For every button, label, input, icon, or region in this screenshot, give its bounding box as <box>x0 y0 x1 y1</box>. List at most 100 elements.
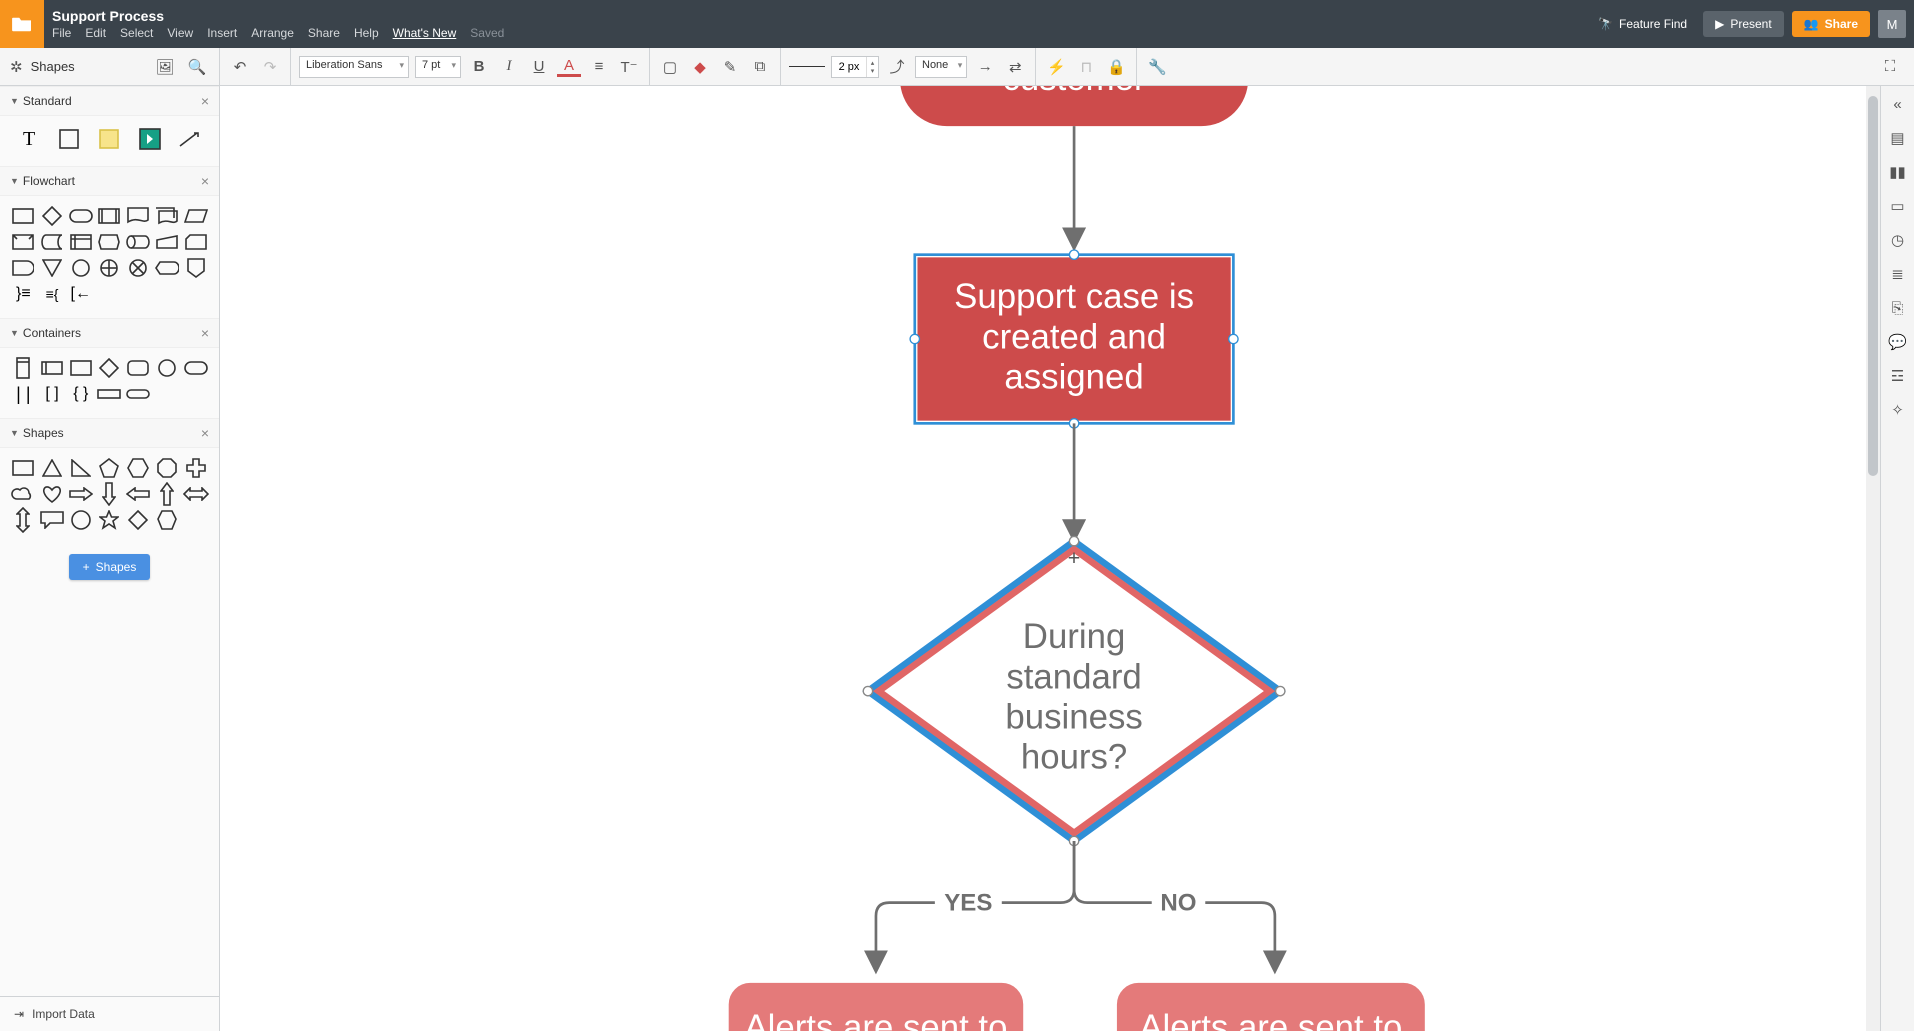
bold-button[interactable]: B <box>467 55 491 79</box>
node-decision[interactable]: + Duringstandardbusinesshours? <box>863 536 1285 845</box>
fc-delay[interactable] <box>10 256 37 280</box>
border-button[interactable]: ▢ <box>658 55 682 79</box>
text-shape[interactable]: T <box>10 124 48 154</box>
sh-poly[interactable] <box>154 508 181 532</box>
fc-card[interactable] <box>182 230 209 254</box>
sh-arrow-u[interactable] <box>154 482 181 506</box>
sh-arrow-d[interactable] <box>96 482 123 506</box>
fc-document[interactable] <box>125 204 152 228</box>
line-route-button[interactable]: ⤴ <box>885 55 909 79</box>
fc-data2[interactable] <box>10 230 37 254</box>
section-standard[interactable]: ▼Standard× <box>0 86 219 116</box>
node-process[interactable]: Support case iscreated andassigned <box>910 250 1238 428</box>
sh-star[interactable] <box>96 508 123 532</box>
section-flowchart[interactable]: ▼Flowchart× <box>0 166 219 196</box>
line-width-input[interactable] <box>832 57 866 77</box>
menu-whatsnew[interactable]: What's New <box>393 26 457 40</box>
fc-internal[interactable] <box>67 230 94 254</box>
note-shape[interactable] <box>90 124 128 154</box>
master-icon[interactable]: ☲ <box>1886 364 1910 388</box>
arrow-end-button[interactable]: → <box>973 55 997 79</box>
present-button[interactable]: ▶ Present <box>1703 11 1784 37</box>
fc-seqdata[interactable] <box>96 230 123 254</box>
underline-button[interactable]: U <box>527 55 551 79</box>
line-width-stepper[interactable]: ▴▾ <box>831 56 879 78</box>
block-shape[interactable] <box>50 124 88 154</box>
section-containers[interactable]: ▼Containers× <box>0 318 219 348</box>
slides-icon[interactable]: ▮▮ <box>1886 160 1910 184</box>
fc-display[interactable] <box>154 256 181 280</box>
fc-note[interactable]: ≡{ <box>39 282 66 306</box>
ct-round[interactable] <box>125 356 152 380</box>
ct-swim-h[interactable] <box>39 356 66 380</box>
menu-file[interactable]: File <box>52 26 71 40</box>
fullscreen-button[interactable]: ⛶ <box>1878 55 1902 79</box>
sh-pentagon[interactable] <box>96 456 123 480</box>
fc-predef[interactable] <box>96 204 123 228</box>
section-shapes[interactable]: ▼Shapes× <box>0 418 219 448</box>
wrench-icon[interactable]: 🔧 <box>1145 55 1169 79</box>
menu-select[interactable]: Select <box>120 26 153 40</box>
fc-manual-in[interactable] <box>154 230 181 254</box>
lock-icon[interactable]: 🔒 <box>1104 55 1128 79</box>
fc-merge[interactable] <box>39 256 66 280</box>
redo-button[interactable]: ↷ <box>258 55 282 79</box>
fc-storeddata[interactable] <box>39 230 66 254</box>
menu-view[interactable]: View <box>167 26 193 40</box>
ct-brack[interactable]: [ ] <box>39 382 66 406</box>
canvas-area[interactable]: customer Support case iscreated andassig… <box>220 86 1880 1031</box>
app-logo[interactable] <box>0 0 44 48</box>
node-top-terminator[interactable]: customer <box>900 86 1248 126</box>
sh-arrow-lr[interactable] <box>182 482 209 506</box>
page-settings-icon[interactable]: ⎘ <box>1886 296 1910 320</box>
menu-edit[interactable]: Edit <box>85 26 106 40</box>
fc-multidoc[interactable] <box>154 204 181 228</box>
italic-button[interactable]: I <box>497 55 521 79</box>
magnet-icon[interactable]: ⊓ <box>1074 55 1098 79</box>
close-icon[interactable]: × <box>201 325 209 341</box>
diagram-canvas[interactable]: customer Support case iscreated andassig… <box>220 86 1880 1031</box>
fc-bracket[interactable]: [← <box>67 282 94 306</box>
undo-button[interactable]: ↶ <box>228 55 252 79</box>
sh-right-tri[interactable] <box>67 456 94 480</box>
clear-format-button[interactable]: T⁻ <box>617 55 641 79</box>
sh-arrow-ud[interactable] <box>10 508 37 532</box>
layers-icon[interactable]: ≣ <box>1886 262 1910 286</box>
line-color-button[interactable]: ✎ <box>718 55 742 79</box>
sh-circle[interactable] <box>67 508 94 532</box>
ct-pill[interactable] <box>182 356 209 380</box>
close-icon[interactable]: × <box>201 173 209 189</box>
import-data-button[interactable]: ⇥ Import Data <box>0 996 219 1031</box>
line-shape[interactable] <box>171 124 209 154</box>
fc-process[interactable] <box>10 204 37 228</box>
menu-help[interactable]: Help <box>354 26 379 40</box>
ct-rect[interactable] <box>67 356 94 380</box>
gear-icon[interactable]: ✲ <box>10 58 23 76</box>
sh-diamond[interactable] <box>125 508 152 532</box>
sh-octagon[interactable] <box>154 456 181 480</box>
sh-callout[interactable] <box>39 508 66 532</box>
ct-diamond[interactable] <box>96 356 123 380</box>
fc-directdata[interactable] <box>125 230 152 254</box>
node-yes-result[interactable]: Alerts are sent to <box>729 983 1024 1031</box>
share-button[interactable]: 👥 Share <box>1792 11 1870 37</box>
swap-ends-button[interactable]: ⇄ <box>1003 55 1027 79</box>
sh-hexagon[interactable] <box>125 456 152 480</box>
collapse-rail-icon[interactable]: « <box>1886 92 1910 116</box>
ct-rect2[interactable] <box>96 382 123 406</box>
sh-arrow-r[interactable] <box>67 482 94 506</box>
page-icon[interactable]: ▤ <box>1886 126 1910 150</box>
history-icon[interactable]: ◷ <box>1886 228 1910 252</box>
close-icon[interactable]: × <box>201 93 209 109</box>
bolt-icon[interactable]: ⚡ <box>1044 55 1068 79</box>
feature-find[interactable]: 🔭 Feature Find <box>1590 17 1695 31</box>
scroll-thumb[interactable] <box>1868 96 1878 476</box>
fill-button[interactable]: ◆ <box>688 55 712 79</box>
fc-or[interactable] <box>96 256 123 280</box>
fc-connector[interactable] <box>67 256 94 280</box>
sh-triangle[interactable] <box>39 456 66 480</box>
search-icon[interactable]: 🔍 <box>185 55 209 79</box>
font-size-select[interactable]: 7 pt <box>415 56 461 78</box>
sh-cross[interactable] <box>182 456 209 480</box>
image-icon[interactable]: 🖼 <box>153 55 177 79</box>
